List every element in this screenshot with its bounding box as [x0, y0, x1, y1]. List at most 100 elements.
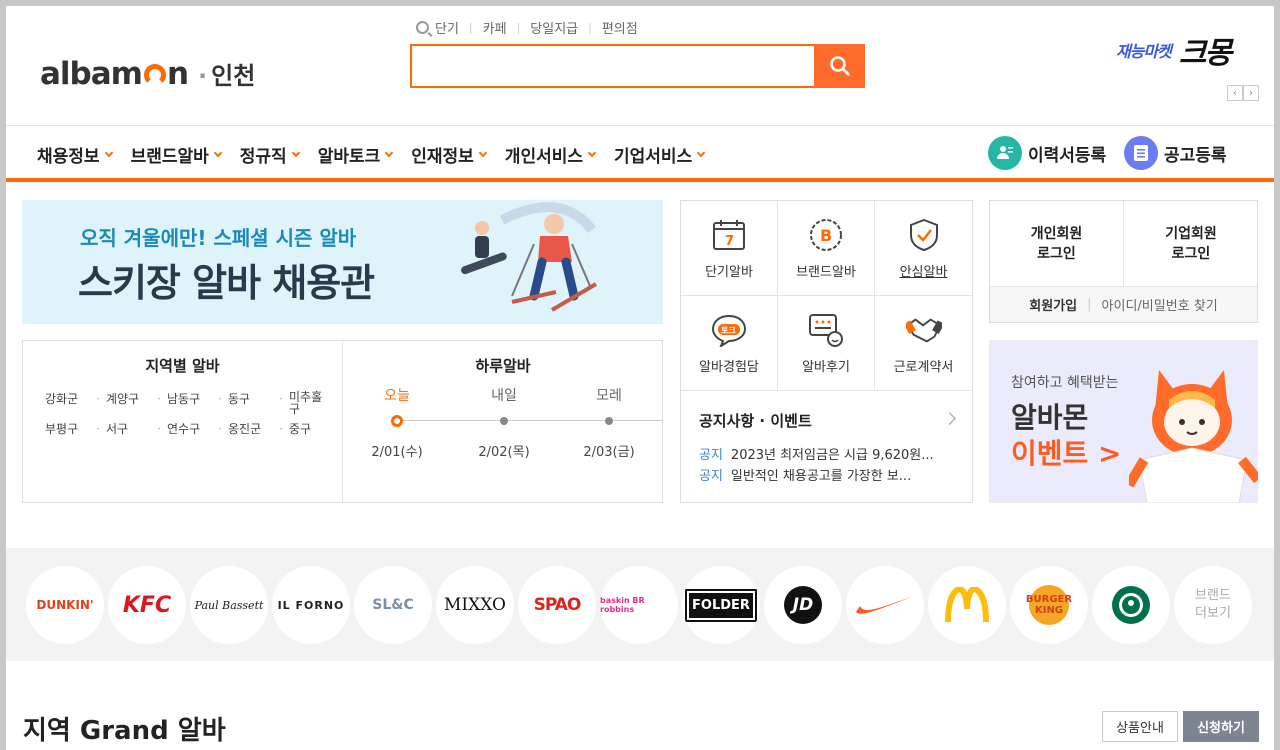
talk-bubble-icon: 토크: [711, 312, 747, 348]
nav-brand-alba[interactable]: 브랜드알바: [131, 142, 223, 167]
chevron-down-icon: [213, 148, 223, 158]
region-link[interactable]: 중구: [289, 421, 339, 437]
resume-icon: [988, 136, 1022, 170]
chevron-right-icon[interactable]: [943, 412, 956, 425]
region-link[interactable]: 동구: [228, 391, 289, 415]
more-brands-button[interactable]: 브랜드 더보기: [1174, 566, 1252, 644]
chevron-down-icon: [291, 148, 300, 158]
daily-title: 하루알바: [475, 357, 531, 375]
brand-nike[interactable]: [846, 566, 924, 644]
personal-login-button[interactable]: 개인회원 로그인: [990, 201, 1124, 286]
chevron-down-icon: [104, 148, 113, 158]
chevron-down-icon: [385, 148, 394, 158]
prev-icon[interactable]: ‹: [1227, 85, 1243, 101]
main-nav: 채용정보 브랜드알바 정규직 알바토크 인재정보 개인서비스 기업서비스 이력서…: [6, 125, 1274, 182]
service-contract[interactable]: 근로계약서: [875, 296, 972, 391]
service-short-term[interactable]: 7 단기알바: [681, 201, 778, 296]
notice-item[interactable]: 공지 2023년 최저임금은 시급 9,620원...: [699, 444, 959, 463]
search-icon: [829, 56, 850, 76]
nav-jobs[interactable]: 채용정보: [37, 142, 113, 167]
chevron-down-icon: [478, 148, 488, 158]
brand-spao[interactable]: SPAO: [518, 566, 596, 644]
svg-text:B: B: [820, 226, 832, 245]
resume-register-label: 이력서등록: [1028, 145, 1107, 166]
shield-icon: [906, 217, 942, 253]
region-link[interactable]: 미추홀구: [289, 391, 339, 415]
search-input[interactable]: [412, 46, 816, 86]
region-link[interactable]: 계양구: [106, 391, 167, 415]
nav-fulltime[interactable]: 정규직: [240, 142, 300, 167]
notice-item[interactable]: 공지 일반적인 채용공고를 가장한 보...: [699, 465, 959, 484]
region-link[interactable]: 연수구: [167, 421, 228, 437]
notice-title[interactable]: 공지사항 · 이벤트: [699, 410, 812, 431]
day-tomorrow[interactable]: 내일 2/02(목): [464, 385, 544, 460]
quick-link[interactable]: 단기: [435, 18, 459, 37]
calendar-icon: 7: [711, 217, 747, 253]
brand-paul-bassett[interactable]: Paul Bassett: [190, 566, 268, 644]
nav-albatalk[interactable]: 알바토크: [318, 142, 394, 167]
day-today[interactable]: 오늘 2/01(수): [357, 385, 437, 460]
event-banner[interactable]: 참여하고 혜택받는 알바몬 이벤트 >: [989, 340, 1258, 503]
brand-mcdonalds[interactable]: [928, 566, 1006, 644]
quick-link[interactable]: 당일지급: [530, 18, 578, 37]
company-login-button[interactable]: 기업회원 로그인: [1124, 201, 1258, 286]
event-title: 알바몬: [1011, 401, 1089, 434]
region-link[interactable]: 강화군: [45, 391, 106, 415]
region-link[interactable]: 남동구: [167, 391, 228, 415]
ski-job-banner[interactable]: 오직 겨울에만! 스페셜 시즌 알바 스키장 알바 채용관: [22, 200, 663, 324]
service-experience[interactable]: 토크 알바경험담: [681, 296, 778, 391]
brand-il-forno[interactable]: IL FORNO: [272, 566, 350, 644]
region-daily-box: 지역별 알바 강화군 계양구 남동구 동구 미추홀구 부평구 서구 연수구 옹진…: [22, 340, 663, 503]
kmong-ad[interactable]: 재능마켓 크몽: [1116, 28, 1232, 72]
skier-illustration: [461, 202, 598, 312]
mascot-illustration: [1129, 370, 1258, 503]
nav-company-service[interactable]: 기업서비스: [614, 142, 706, 167]
svg-text:토크: 토크: [721, 326, 736, 335]
brand-mixxo[interactable]: MIXXO: [436, 566, 514, 644]
logo-wordmark: albam n: [40, 56, 189, 92]
next-icon[interactable]: ›: [1243, 85, 1259, 101]
region-link[interactable]: 부평구: [45, 421, 106, 437]
brand-jd[interactable]: JD: [764, 566, 842, 644]
svg-text:7: 7: [725, 234, 734, 249]
service-review[interactable]: 알바후기: [778, 296, 875, 391]
brand-starbucks[interactable]: [1092, 566, 1170, 644]
brand-dunkin[interactable]: DUNKIN': [26, 566, 104, 644]
product-info-button[interactable]: 상품안내: [1102, 711, 1178, 742]
brand-burger-king[interactable]: BURGER KING: [1010, 566, 1088, 644]
page: albamn 인천 단기 | 카페 | 당일지급 | 편의점 재능마켓 크몽 ‹…: [6, 6, 1274, 750]
daily-section: 하루알바 오늘 2/01(수) 내일 2/02(목) 모레 2/03(금): [343, 341, 663, 502]
region-section: 지역별 알바 강화군 계양구 남동구 동구 미추홀구 부평구 서구 연수구 옹진…: [23, 341, 343, 502]
brand-slc[interactable]: SL&C: [354, 566, 432, 644]
albamon-logo[interactable]: albamn 인천: [40, 56, 255, 96]
nav-personal-service[interactable]: 개인서비스: [505, 142, 597, 167]
brand-baskin-robbins[interactable]: baskin BR robbins: [600, 566, 678, 644]
chevron-down-icon: [587, 148, 597, 158]
banner-subtitle: 오직 겨울에만! 스페셜 시즌 알바: [80, 226, 357, 250]
brand-folder[interactable]: FOLDER: [682, 566, 760, 644]
notice-panel: 공지사항 · 이벤트 공지 2023년 최저임금은 시급 9,620원... 공지…: [681, 392, 972, 502]
service-safe[interactable]: 안심알바: [875, 201, 972, 296]
login-panel: 개인회원 로그인 기업회원 로그인 회원가입 | 아이디/비밀번호 찾기: [989, 200, 1258, 323]
resume-register-button[interactable]: 이력서등록: [988, 136, 1106, 170]
event-title-accent: 이벤트 >: [1011, 437, 1122, 470]
nav-talent[interactable]: 인재정보: [411, 142, 488, 167]
apply-button[interactable]: 신청하기: [1183, 711, 1259, 742]
quick-link[interactable]: 카페: [483, 18, 507, 37]
day-after-tomorrow[interactable]: 모레 2/03(금): [569, 385, 649, 460]
service-menu: 7 단기알바 B 브랜드알바 안심알바 토크 알바경험담 알바후기 근로계약서 …: [680, 200, 973, 503]
banner-title: 스키장 알바 채용관: [78, 261, 375, 305]
ad-nav: ‹ ›: [1227, 85, 1259, 101]
quick-link[interactable]: 편의점: [602, 18, 638, 37]
quick-search-links: 단기 | 카페 | 당일지급 | 편의점: [416, 18, 638, 37]
document-icon: [1124, 136, 1158, 170]
service-brand[interactable]: B 브랜드알바: [778, 201, 875, 296]
find-account-link[interactable]: 아이디/비밀번호 찾기: [1102, 295, 1218, 314]
region-link[interactable]: 서구: [106, 421, 167, 437]
post-job-button[interactable]: 공고등록: [1124, 136, 1227, 170]
brand-kfc[interactable]: KFC: [108, 566, 186, 644]
event-subtitle: 참여하고 혜택받는: [1011, 375, 1119, 391]
region-link[interactable]: 옹진군: [228, 421, 289, 437]
search-button[interactable]: [814, 44, 865, 88]
signup-link[interactable]: 회원가입: [1029, 295, 1077, 314]
